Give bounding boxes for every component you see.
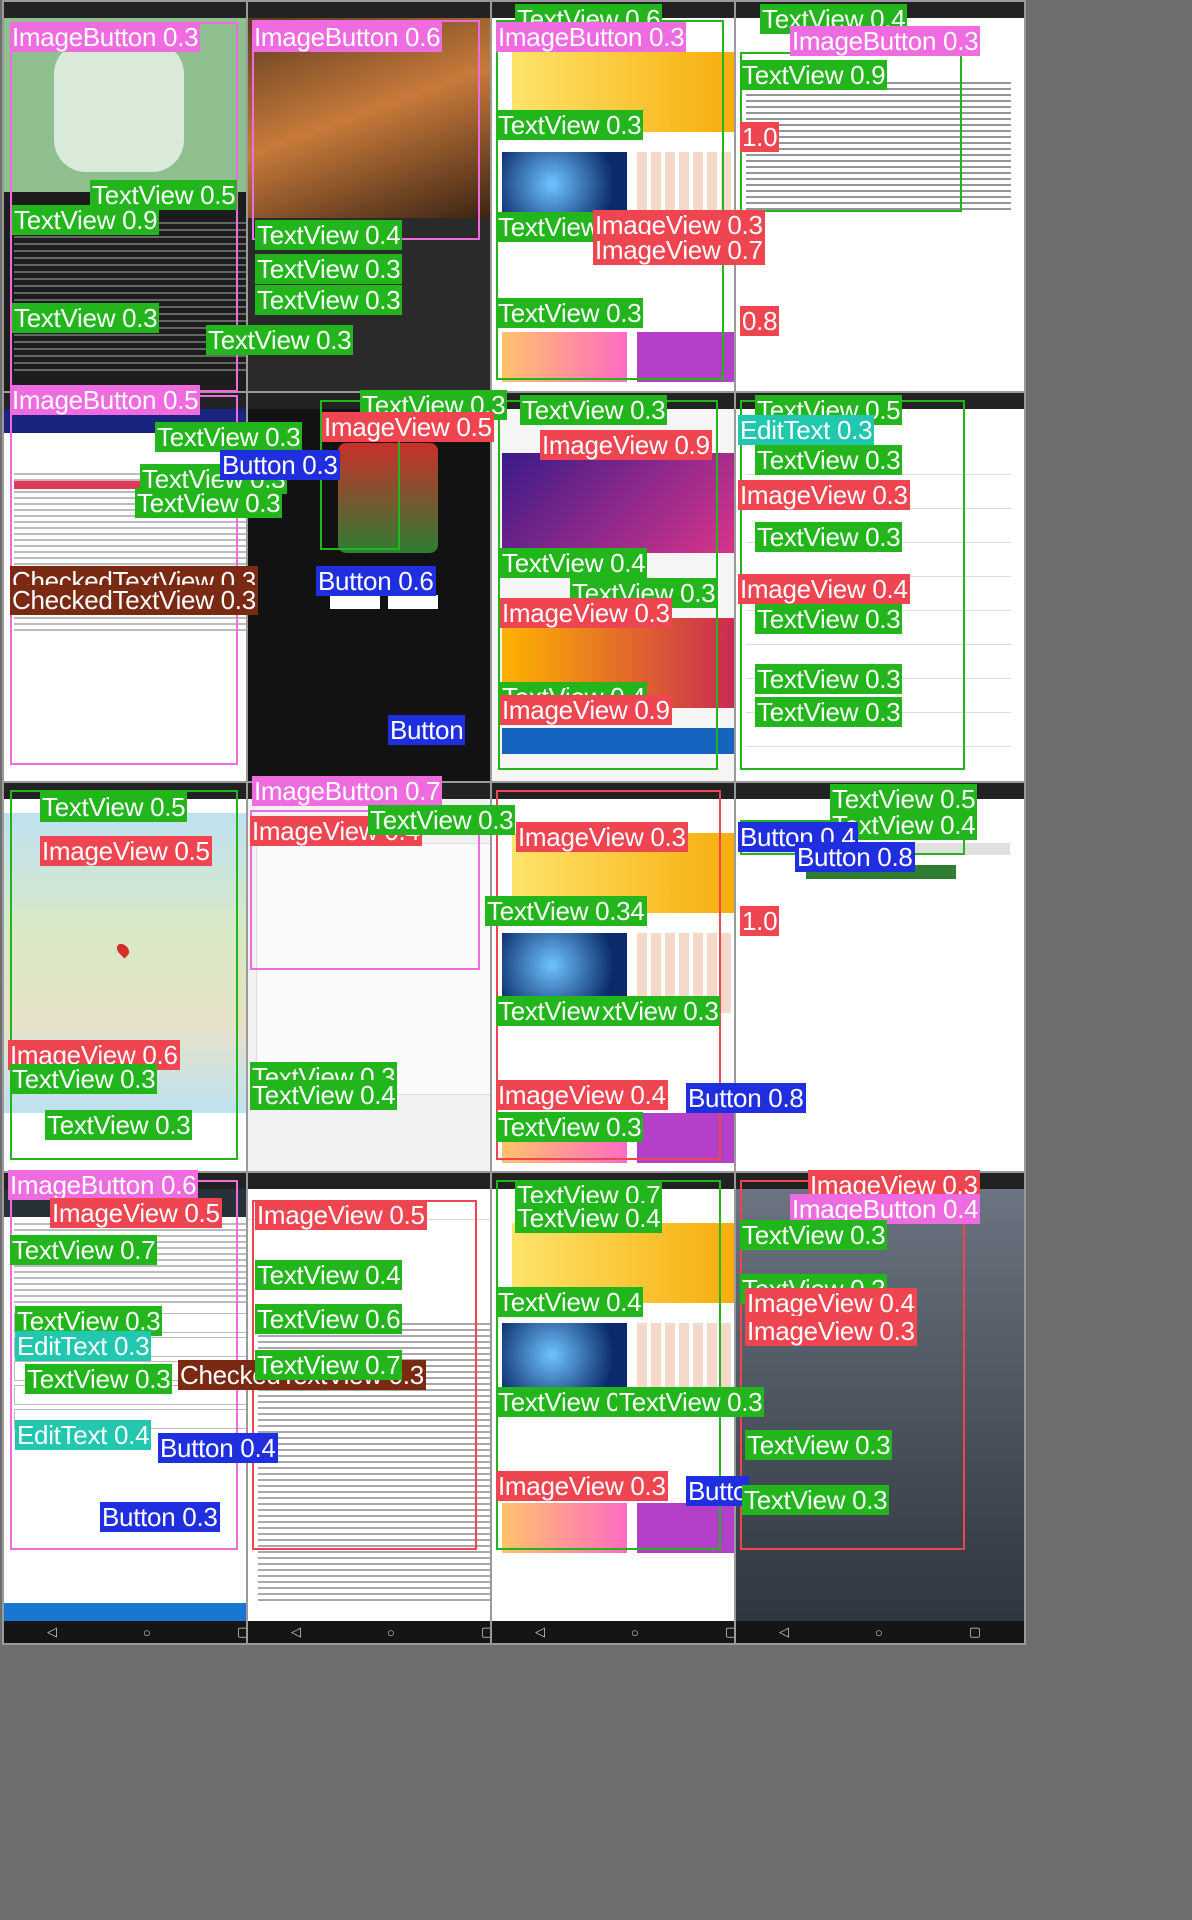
annotation-label: EditText 0.3 xyxy=(738,415,875,445)
annotation-label: TextView 0.4 xyxy=(500,548,648,578)
annotation-label: ImageView 0.4 xyxy=(745,1288,917,1318)
annotation-label: TextView 0.3 xyxy=(745,1430,893,1460)
annotation-label: TextView 0.3 xyxy=(520,395,668,425)
annotation-label: TextView 0.3 xyxy=(755,445,903,475)
annotation-label: TextView 0.3 xyxy=(155,422,303,452)
annotation-label: ImageView 0.4 xyxy=(738,574,910,604)
annotation-label: EditText 0.4 xyxy=(15,1420,152,1450)
annotation-label: TextView 0.3 xyxy=(755,697,903,727)
annotation-label: Butto xyxy=(686,1476,750,1506)
annotation-label: Button 0.3 xyxy=(100,1502,220,1532)
annotation-label: TextView 0.3 xyxy=(45,1110,193,1140)
theme-preview-2 xyxy=(502,332,627,382)
iphone-banner xyxy=(502,728,767,754)
annotation-label: Button 0.3 xyxy=(220,450,340,480)
theme-preview-2 xyxy=(502,1503,627,1553)
annotation-label: CheckedTextView 0.3 xyxy=(10,585,258,615)
emoji-banner xyxy=(502,453,767,553)
annotation-label: 1.0 xyxy=(740,906,780,936)
annotation-label: ImageView 0.3 xyxy=(516,822,688,852)
annotation-label: Button 0.6 xyxy=(316,566,436,596)
back-icon[interactable]: ◁ xyxy=(779,1624,789,1640)
signup-button[interactable] xyxy=(388,595,438,609)
annotation-label: ImageView 0.5 xyxy=(40,836,212,866)
annotation-label: TextView 0.3 xyxy=(740,1220,888,1250)
annotation-label: TextView 0.3 xyxy=(496,298,644,328)
home-icon[interactable]: ○ xyxy=(875,1625,883,1640)
annotation-label: TextView 0 xyxy=(496,1387,623,1417)
annotation-label: 1.0 xyxy=(740,122,780,152)
annotation-label: Button 0.8 xyxy=(686,1083,806,1113)
annotation-label: xtView 0.3 xyxy=(600,996,721,1026)
annotation-label: TextView 0.3 xyxy=(496,1112,644,1142)
back-icon[interactable]: ◁ xyxy=(535,1624,545,1640)
annotation-label: TextView 0.4 xyxy=(255,1260,403,1290)
annotation-label: TextView 0.9 xyxy=(12,205,160,235)
annotation-label: Button 0.8 xyxy=(795,842,915,872)
annotation-label: TextView 0.3 xyxy=(617,1387,765,1417)
annotation-label: ImageView 0.9 xyxy=(540,430,712,460)
annotation-label: ImageView 0.5 xyxy=(255,1200,427,1230)
annotation-label: TextView 0.7 xyxy=(10,1235,158,1265)
back-icon[interactable]: ◁ xyxy=(291,1624,301,1640)
blank-panel xyxy=(256,843,528,1095)
annotation-label: TextView 0.3 xyxy=(755,664,903,694)
app-logo xyxy=(54,42,184,172)
login-button[interactable] xyxy=(330,595,380,609)
annotation-label: TextView 0.3 xyxy=(10,1064,158,1094)
annotation-label: Button 0.4 xyxy=(158,1433,278,1463)
annotation-label: ImageView 0.3 xyxy=(738,480,910,510)
annotation-label: ImageButton 0.6 xyxy=(252,22,443,52)
annotation-label: ImageView 0.3 xyxy=(496,1471,668,1501)
annotation-label: TextView 0.4 xyxy=(250,1080,398,1110)
annotation-label: ImageButton 0.5 xyxy=(10,385,201,415)
restaurant-logo xyxy=(338,443,438,553)
annotation-label: ImageButton 0.3 xyxy=(496,22,687,52)
annotation-label: TextView 0.3 xyxy=(25,1364,173,1394)
annotation-label: TextView 0.4 xyxy=(496,1287,644,1317)
annotation-label: TextView 0.34 xyxy=(485,896,647,926)
document-text xyxy=(746,82,1011,212)
annotation-label: ImageButton 0.3 xyxy=(790,26,981,56)
annotation-label: TextView 0.5 xyxy=(40,792,188,822)
annotation-label: TextView 0.9 xyxy=(740,60,888,90)
annotation-label: TextView 0.3 xyxy=(206,325,354,355)
annotation-label: TextView 0.3 xyxy=(742,1485,890,1515)
system-nav-bar: ◁ ○ ▢ xyxy=(736,1621,1024,1643)
home-icon[interactable]: ○ xyxy=(631,1625,639,1640)
annotation-label: ImageView 0.5 xyxy=(322,412,494,442)
annotation-label: ImageButton 0.3 xyxy=(10,22,201,52)
list-item[interactable] xyxy=(746,550,1011,577)
back-icon[interactable]: ◁ xyxy=(47,1624,57,1640)
annotation-label: ImageView 0.4 xyxy=(496,1080,668,1110)
annotation-label: ImageView 0.5 xyxy=(50,1198,222,1228)
annotation-label: TextView 0.4 xyxy=(255,220,403,250)
annotation-label: TextView 0.7 xyxy=(255,1350,403,1380)
home-icon[interactable]: ○ xyxy=(387,1625,395,1640)
annotation-label: ImageView 0.9 xyxy=(500,695,672,725)
annotation-label: TextView 0.3 xyxy=(255,285,403,315)
home-icon[interactable]: ○ xyxy=(143,1625,151,1640)
annotation-label: TextView 0.6 xyxy=(255,1304,403,1334)
annotation-label: TextView 0.3 xyxy=(755,522,903,552)
annotation-label: ImageView 0.7 xyxy=(593,235,765,265)
annotation-label: TextView 0.3 xyxy=(496,110,644,140)
recents-icon[interactable]: ▢ xyxy=(969,1624,981,1640)
annotation-label: TextView 0.3 xyxy=(135,488,283,518)
annotation-label: ImageView 0.3 xyxy=(500,598,672,628)
annotation-label: 0.8 xyxy=(740,306,780,336)
annotation-label: TextView xyxy=(496,212,602,242)
annotation-label: TextView 0.3 xyxy=(12,303,160,333)
annotation-label: Button xyxy=(388,715,466,745)
weather-background xyxy=(736,1189,1024,1619)
annotation-label: TextView 0.3 xyxy=(368,805,516,835)
annotation-label: TextView 0.4 xyxy=(515,1203,663,1233)
annotation-label: ImageButton 0.6 xyxy=(8,1170,199,1200)
annotation-label: EditText 0.3 xyxy=(15,1331,152,1361)
annotation-label: TextView 0.3 xyxy=(755,604,903,634)
annotation-label: TextView 0.3 xyxy=(255,254,403,284)
annotation-label: ImageButton 0.7 xyxy=(252,776,443,806)
annotation-label: ImageView 0.3 xyxy=(745,1316,917,1346)
